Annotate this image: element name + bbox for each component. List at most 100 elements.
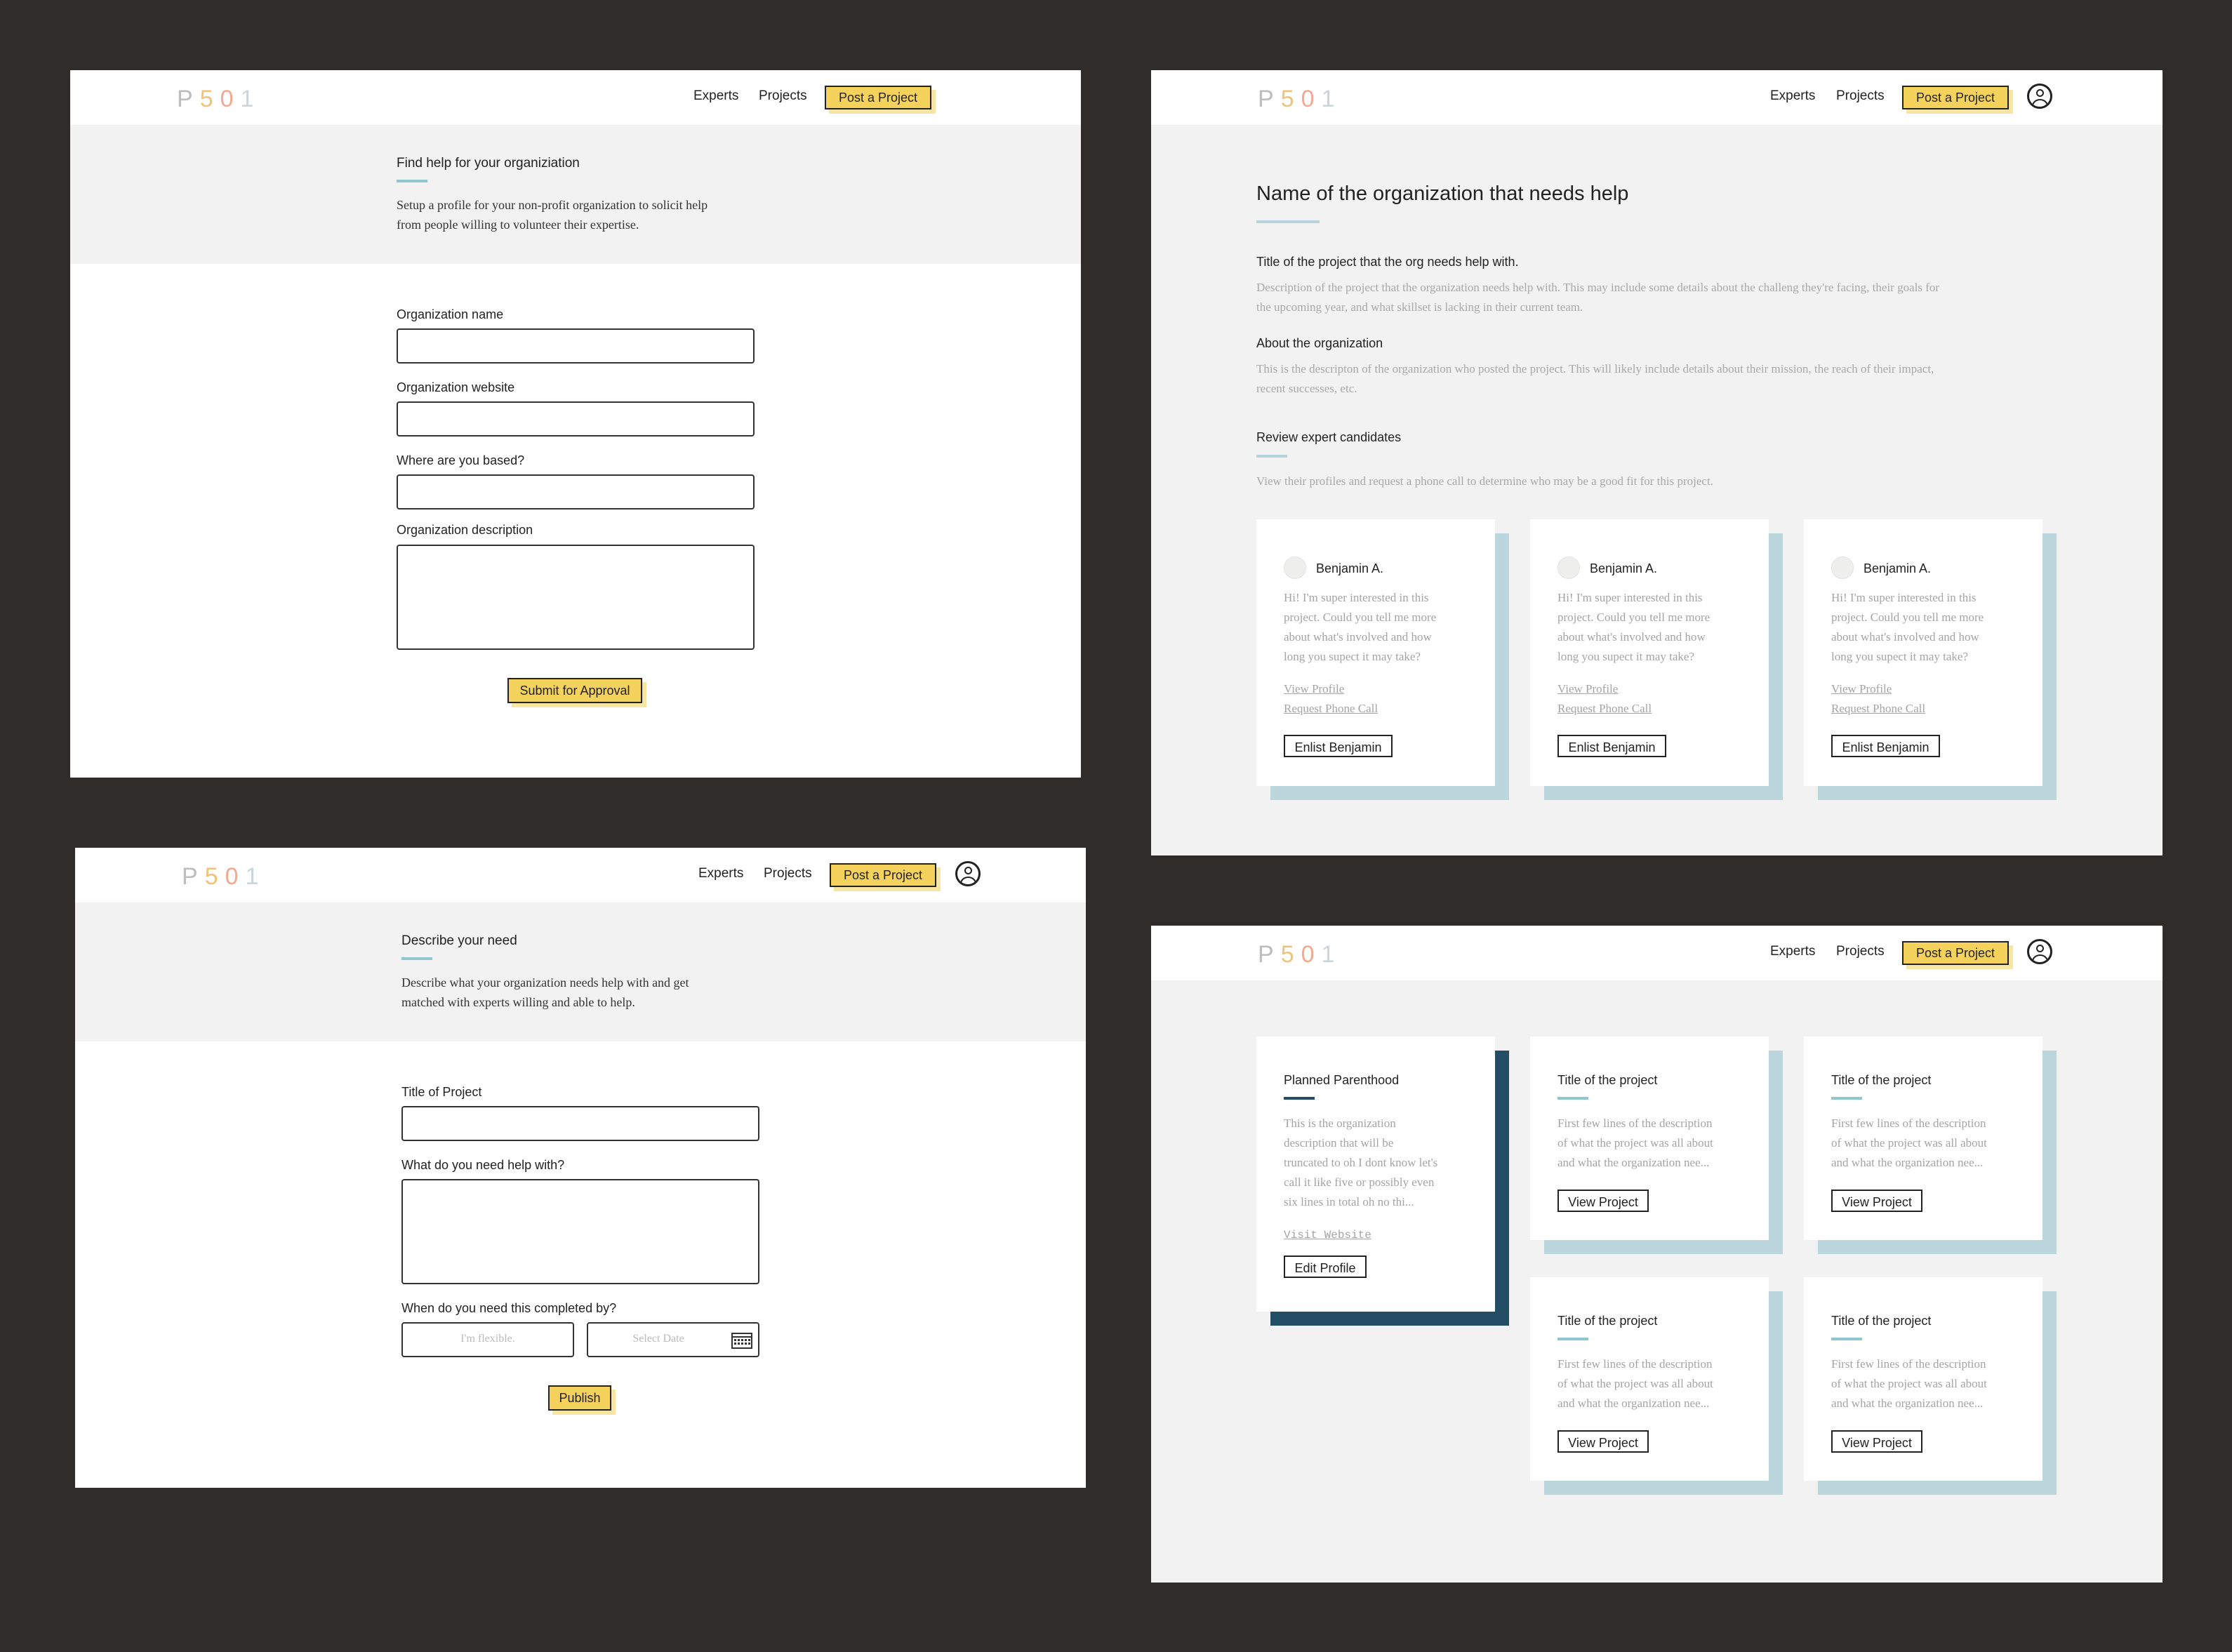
top-nav: P501 Experts Projects Post a Project: [1151, 926, 2163, 980]
nav-experts-link[interactable]: Experts: [1770, 88, 1815, 104]
flexible-option-input[interactable]: I'm flexible.: [401, 1322, 574, 1357]
candidate-message-line3: about what's involved and how: [1557, 630, 1706, 644]
nav-projects-link[interactable]: Projects: [1836, 944, 1885, 959]
publish-button[interactable]: Publish: [548, 1385, 611, 1411]
calendar-icon[interactable]: [731, 1332, 752, 1349]
project-card: Title of the project First few lines of …: [1530, 1037, 1769, 1240]
view-project-button[interactable]: View Project: [1831, 1190, 1922, 1212]
review-candidates-title: Review expert candidates: [1256, 430, 1402, 444]
review-rule: [1256, 455, 1287, 458]
page-intro-line2: from people willing to volunteer their e…: [397, 218, 639, 232]
candidate-message-line2: project. Could you tell me more: [1831, 611, 1984, 624]
title-rule: [397, 180, 427, 182]
project-card-desc-line1: First few lines of the description: [1831, 1117, 1986, 1130]
nav-projects-link[interactable]: Projects: [759, 88, 807, 104]
candidate-name: Benjamin A.: [1864, 561, 1932, 575]
date-placeholder: Select Date: [632, 1333, 684, 1345]
post-project-button[interactable]: Post a Project: [1902, 941, 2009, 965]
nav-experts-link[interactable]: Experts: [698, 866, 743, 881]
project-card-desc-line3: and what the organization nee...: [1831, 1156, 1984, 1169]
user-avatar-icon[interactable]: [955, 861, 981, 886]
project-card-title: Title of the project: [1557, 1073, 1658, 1087]
org-name-heading: Name of the organization that needs help: [1256, 182, 1629, 205]
org-description-label: Organization description: [397, 523, 533, 537]
page-intro-line2: matched with experts willing and able to…: [401, 995, 635, 1009]
deadline-label: When do you need this completed by?: [401, 1301, 617, 1315]
view-profile-link[interactable]: View Profile: [1831, 682, 1892, 696]
page-intro-line1: Setup a profile for your non-profit orga…: [397, 198, 708, 212]
logo[interactable]: P501: [1258, 86, 1341, 113]
project-card-desc-line1: First few lines of the description: [1831, 1357, 1986, 1371]
edit-profile-button[interactable]: Edit Profile: [1284, 1255, 1367, 1278]
candidate-message-line2: project. Could you tell me more: [1284, 611, 1437, 624]
project-card: Title of the project First few lines of …: [1804, 1037, 2042, 1240]
view-profile-link[interactable]: View Profile: [1557, 682, 1618, 696]
view-project-button[interactable]: View Project: [1557, 1190, 1649, 1212]
project-description-line1: Description of the project that the orga…: [1256, 281, 1940, 294]
about-org-line2: recent successes, etc.: [1256, 382, 1357, 395]
project-card-title: Title of the project: [1831, 1314, 1932, 1328]
candidate-message-line1: Hi! I'm super interested in this: [1831, 591, 1977, 604]
logo[interactable]: P501: [177, 86, 260, 113]
nav-experts-link[interactable]: Experts: [1770, 944, 1815, 959]
heading-rule: [1256, 220, 1320, 223]
project-card-rule: [1831, 1097, 1862, 1100]
visit-website-link[interactable]: Visit Website: [1284, 1229, 1371, 1241]
org-name-label: Organization name: [397, 307, 504, 321]
project-card-desc-line2: of what the project was all about: [1831, 1377, 1987, 1390]
review-candidates-text: View their profiles and request a phone …: [1256, 474, 1713, 488]
org-card-name: Planned Parenthood: [1284, 1073, 1400, 1087]
candidate-message-line4: long you supect it may take?: [1557, 650, 1694, 663]
project-card-title: Title of the project: [1831, 1073, 1932, 1087]
date-picker-input[interactable]: Select Date: [587, 1322, 759, 1357]
nav-projects-link[interactable]: Projects: [764, 866, 812, 881]
view-profile-link[interactable]: View Profile: [1284, 682, 1344, 696]
page-intro-line1: Describe what your organization needs he…: [401, 975, 689, 990]
candidate-message-line1: Hi! I'm super interested in this: [1284, 591, 1429, 604]
post-project-button[interactable]: Post a Project: [830, 863, 936, 887]
candidate-avatar: [1831, 557, 1854, 579]
org-card-desc-line2: description that will be: [1284, 1136, 1394, 1150]
logo[interactable]: P501: [1258, 941, 1341, 968]
help-needed-textarea[interactable]: [401, 1179, 759, 1284]
org-website-input[interactable]: [397, 401, 755, 437]
org-card-desc-line4: call it like five or possibly even: [1284, 1175, 1435, 1189]
enlist-button[interactable]: Enlist Benjamin: [1284, 735, 1393, 757]
project-card-desc-line1: First few lines of the description: [1557, 1117, 1713, 1130]
post-project-button[interactable]: Post a Project: [825, 86, 931, 109]
candidate-message-line4: long you supect it may take?: [1831, 650, 1968, 663]
location-label: Where are you based?: [397, 453, 525, 467]
about-org-line1: This is the descripton of the organizati…: [1256, 362, 1934, 375]
org-signup-screen: P501 Experts Projects Post a Project Fin…: [70, 70, 1081, 778]
logo[interactable]: P501: [182, 863, 265, 891]
org-description-textarea[interactable]: [397, 545, 755, 650]
org-name-input[interactable]: [397, 328, 755, 364]
post-project-button[interactable]: Post a Project: [1902, 86, 2009, 109]
user-avatar-icon[interactable]: [2027, 84, 2052, 109]
request-phone-call-link[interactable]: Request Phone Call: [1284, 702, 1378, 716]
org-card-desc-line5: six lines in total oh no thi...: [1284, 1195, 1414, 1208]
enlist-button[interactable]: Enlist Benjamin: [1831, 735, 1940, 757]
candidate-message-line4: long you supect it may take?: [1284, 650, 1421, 663]
request-phone-call-link[interactable]: Request Phone Call: [1557, 702, 1652, 716]
project-card-rule: [1557, 1338, 1588, 1340]
project-title-input[interactable]: [401, 1106, 759, 1141]
view-project-button[interactable]: View Project: [1557, 1430, 1649, 1453]
user-avatar-icon[interactable]: [2027, 939, 2052, 964]
location-input[interactable]: [397, 474, 755, 509]
project-card: Title of the project First few lines of …: [1530, 1277, 1769, 1481]
nav-projects-link[interactable]: Projects: [1836, 88, 1885, 104]
view-project-button[interactable]: View Project: [1831, 1430, 1922, 1453]
request-phone-call-link[interactable]: Request Phone Call: [1831, 702, 1925, 716]
project-card-rule: [1557, 1097, 1588, 1100]
top-nav: P501 Experts Projects Post a Project: [70, 70, 1081, 125]
project-card-title: Title of the project: [1557, 1314, 1658, 1328]
top-nav: P501 Experts Projects Post a Project: [75, 848, 1086, 902]
submit-for-approval-button[interactable]: Submit for Approval: [507, 678, 642, 703]
enlist-button[interactable]: Enlist Benjamin: [1557, 735, 1666, 757]
project-card-desc-line3: and what the organization nee...: [1831, 1397, 1984, 1410]
nav-experts-link[interactable]: Experts: [693, 88, 738, 104]
project-card-desc-line2: of what the project was all about: [1831, 1136, 1987, 1150]
candidate-avatar: [1284, 557, 1306, 579]
org-card: Planned Parenthood This is the organizat…: [1256, 1037, 1495, 1312]
